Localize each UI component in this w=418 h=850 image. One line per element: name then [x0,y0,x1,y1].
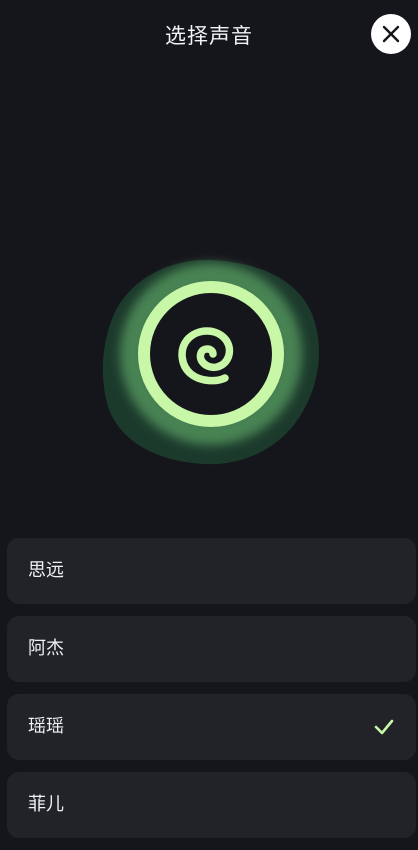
voice-option-label: 菲儿 [28,794,64,815]
voice-option-yaoyao[interactable]: 瑶瑶 [7,694,416,760]
voice-option-label: 思远 [28,560,64,581]
voice-orb-visualizer [100,252,322,468]
page-title: 选择声音 [165,24,253,48]
voice-option-label: 阿杰 [28,638,64,659]
close-icon [382,25,400,43]
header-bar: 选择声音 [0,0,418,72]
close-button[interactable] [371,14,411,54]
voice-option-ajie[interactable]: 阿杰 [7,616,416,682]
voice-list: 思远 阿杰 瑶瑶 菲儿 [7,538,416,850]
checkmark-icon [374,718,394,736]
voice-option-label: 瑶瑶 [28,716,64,737]
voice-option-feier[interactable]: 菲儿 [7,772,416,838]
voice-option-siyuan[interactable]: 思远 [7,538,416,604]
